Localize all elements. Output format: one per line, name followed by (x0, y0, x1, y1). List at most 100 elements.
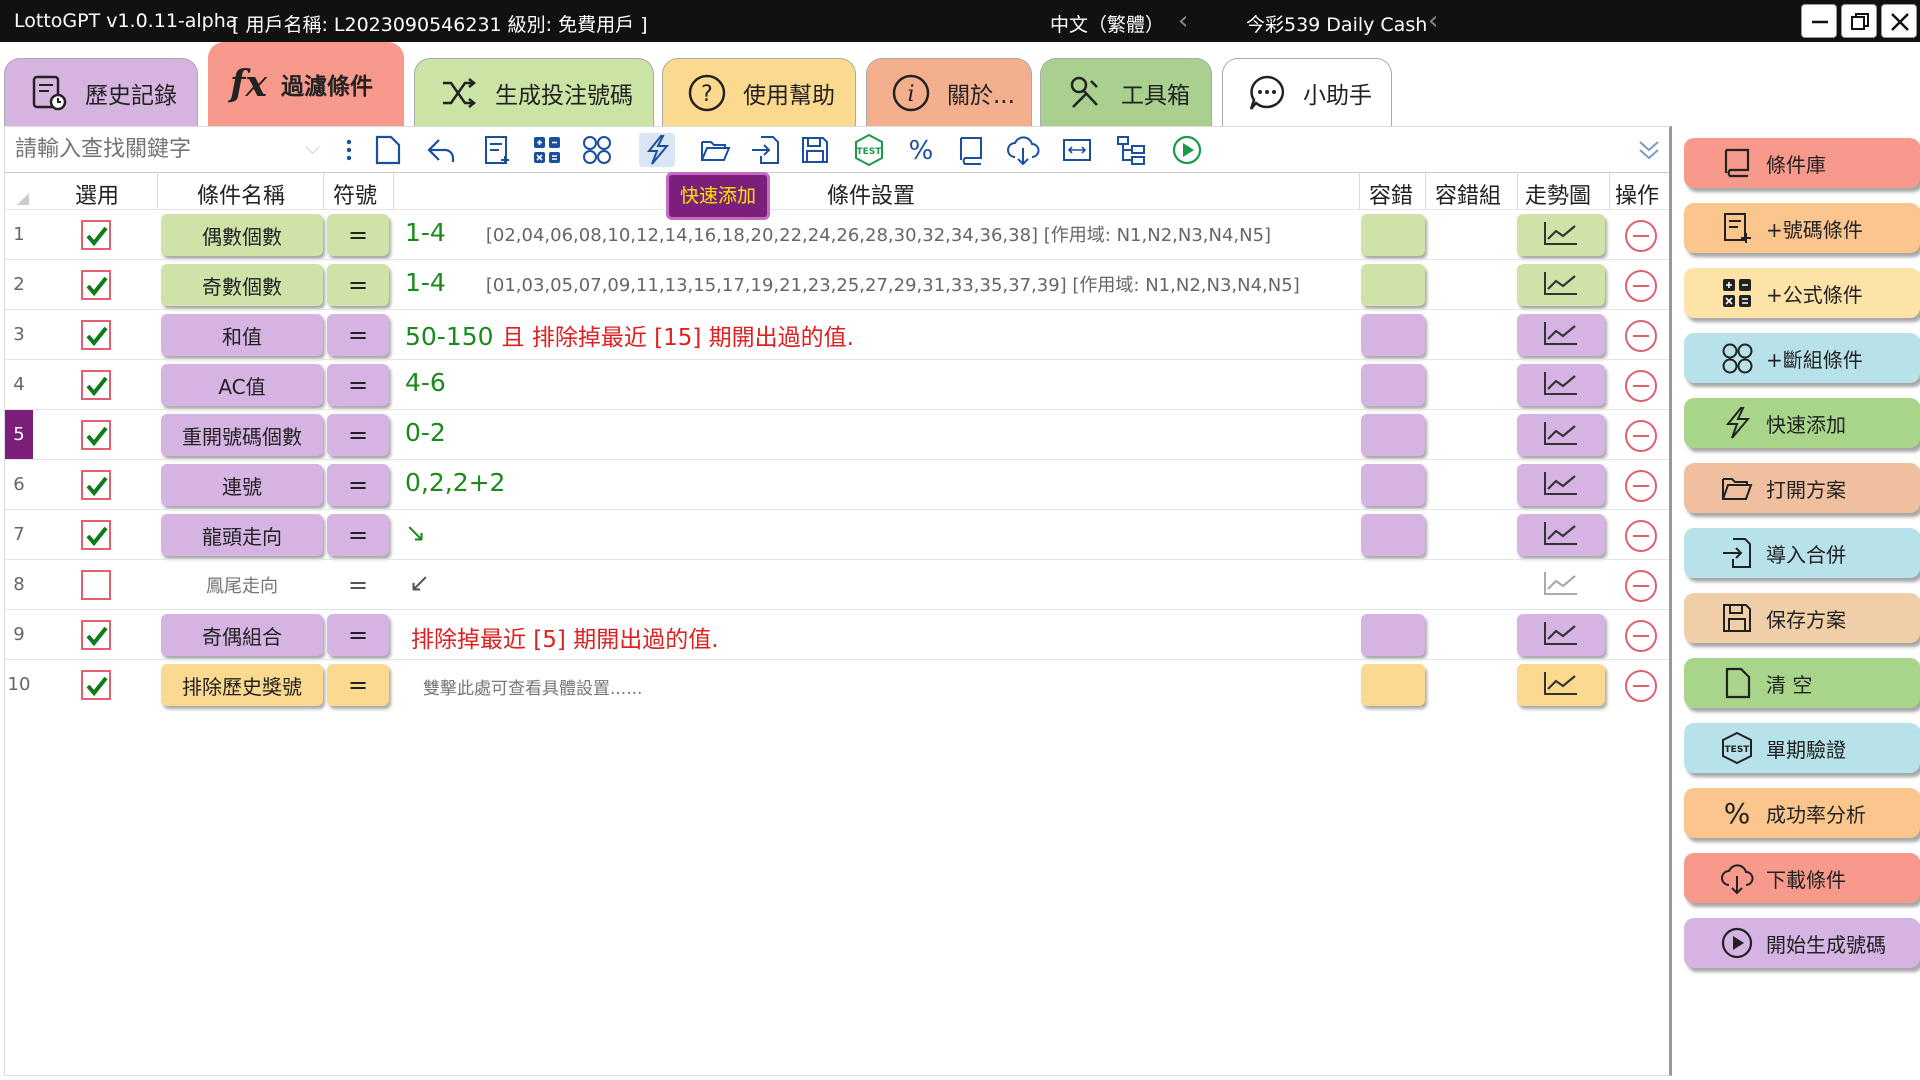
search-input[interactable] (9, 131, 327, 167)
table-row[interactable]: 6 連號 = 0,2,2+2 (5, 459, 1669, 509)
row-number[interactable]: 6 (5, 460, 33, 510)
condition-value[interactable]: 1-4 [01,03,05,07,09,11,13,15,17,19,21,23,… (405, 268, 1300, 297)
sidebar-button[interactable]: +號碼條件 (1684, 203, 1920, 253)
number-condition-icon[interactable] (479, 133, 515, 167)
import-icon[interactable] (747, 133, 783, 167)
row-number[interactable]: 1 (5, 210, 33, 260)
row-number[interactable]: 4 (5, 360, 33, 410)
condition-name[interactable]: 奇數個數 (161, 264, 323, 306)
tab-filter-conditions[interactable]: fx 過濾條件 (208, 42, 404, 126)
sidebar-button[interactable]: +斷組條件 (1684, 333, 1920, 383)
row-number[interactable]: 8 (5, 560, 33, 610)
condition-name[interactable]: 和值 (161, 314, 323, 356)
remove-row-button[interactable] (1625, 370, 1657, 402)
save-icon[interactable] (797, 133, 833, 167)
row-checkbox[interactable] (81, 220, 111, 250)
trend-chart-button[interactable] (1517, 314, 1605, 356)
row-checkbox[interactable] (81, 370, 111, 400)
tolerance-cell[interactable] (1361, 314, 1425, 356)
game-prev-icon[interactable]: ‹ (1428, 6, 1438, 36)
tolerance-cell[interactable] (1361, 614, 1425, 656)
operator[interactable]: = (327, 514, 389, 556)
remove-row-button[interactable] (1625, 520, 1657, 552)
trend-chart-button[interactable] (1517, 464, 1605, 506)
operator[interactable]: = (327, 314, 389, 356)
operator[interactable]: = (327, 464, 389, 506)
condition-name[interactable]: AC值 (161, 364, 323, 406)
remove-row-button[interactable] (1625, 420, 1657, 452)
sidebar-button[interactable]: 導入合併 (1684, 528, 1920, 578)
table-row[interactable]: 1 偶數個數 = 1-4 [02,04,06,08,10,12,14,16,18,… (5, 209, 1669, 259)
condition-name[interactable]: 排除歷史獎號 (161, 664, 323, 706)
condition-value[interactable]: ↘ (405, 518, 426, 547)
table-row[interactable]: 7 龍頭走向 = ↘ (5, 509, 1669, 559)
row-checkbox[interactable] (81, 670, 111, 700)
sidebar-button[interactable]: 清 空 (1684, 658, 1920, 708)
tab-about[interactable]: i 關於... (866, 58, 1032, 126)
tolerance-cell[interactable] (1361, 464, 1425, 506)
tab-help[interactable]: ? 使用幫助 (662, 58, 856, 126)
minimize-button[interactable] (1801, 4, 1837, 38)
tab-assistant[interactable]: 小助手 (1222, 58, 1392, 126)
restore-button[interactable] (1841, 4, 1877, 38)
condition-name[interactable]: 奇偶組合 (161, 614, 323, 656)
select-all-corner-icon[interactable] (17, 193, 29, 205)
condition-name[interactable]: 偶數個數 (161, 214, 323, 256)
language-selector[interactable]: 中文（繁體） (1050, 10, 1164, 37)
row-number[interactable]: 7 (5, 510, 33, 560)
sidebar-button[interactable]: TEST 單期驗證 (1684, 723, 1920, 773)
lightning-icon[interactable] (639, 133, 675, 167)
row-number[interactable]: 2 (5, 260, 33, 310)
remove-row-button[interactable] (1625, 320, 1657, 352)
trend-chart-button[interactable] (1517, 664, 1605, 706)
table-row[interactable]: 4 AC值 = 4-6 (5, 359, 1669, 409)
remove-row-button[interactable] (1625, 620, 1657, 652)
operator[interactable]: = (327, 614, 389, 656)
condition-name[interactable]: 連號 (161, 464, 323, 506)
operator[interactable]: = (327, 564, 389, 606)
expand-width-icon[interactable] (1059, 133, 1095, 167)
remove-row-button[interactable] (1625, 270, 1657, 302)
trend-chart-button[interactable] (1517, 564, 1605, 606)
more-options-icon[interactable] (331, 133, 367, 167)
sidebar-button[interactable]: 保存方案 (1684, 593, 1920, 643)
tab-toolbox[interactable]: 工具箱 (1040, 58, 1212, 126)
formula-icon[interactable] (529, 133, 565, 167)
sidebar-button[interactable]: 下載條件 (1684, 853, 1920, 903)
operator[interactable]: = (327, 264, 389, 306)
operator[interactable]: = (327, 214, 389, 256)
chevron-down-icon[interactable]: ⌵ (305, 135, 320, 159)
sidebar-button[interactable]: 打開方案 (1684, 463, 1920, 513)
tolerance-cell[interactable] (1361, 514, 1425, 556)
tolerance-cell[interactable] (1361, 364, 1425, 406)
trend-chart-button[interactable] (1517, 264, 1605, 306)
row-checkbox[interactable] (81, 270, 111, 300)
table-row[interactable]: 3 和值 = 50-150 且 排除掉最近 [15] 期開出過的值. (5, 309, 1669, 359)
new-page-icon[interactable] (369, 133, 405, 167)
condition-name[interactable]: 龍頭走向 (161, 514, 323, 556)
condition-value[interactable]: 0,2,2+2 (405, 468, 505, 497)
group-icon[interactable] (579, 133, 615, 167)
table-row[interactable]: 5 重開號碼個數 = 0-2 (5, 409, 1669, 460)
condition-name[interactable]: 鳳尾走向 (161, 564, 323, 606)
operator[interactable]: = (327, 414, 389, 456)
row-checkbox[interactable] (81, 570, 111, 600)
tolerance-cell[interactable] (1361, 264, 1425, 306)
cloud-download-icon[interactable] (1005, 133, 1041, 167)
condition-value[interactable]: 0-2 (405, 418, 446, 447)
condition-value[interactable]: 50-150 且 排除掉最近 [15] 期開出過的值. (405, 318, 854, 352)
tab-generate-numbers[interactable]: 生成投注號碼 (414, 58, 654, 126)
sidebar-button[interactable]: +公式條件 (1684, 268, 1920, 318)
play-icon[interactable] (1169, 133, 1205, 167)
table-row[interactable]: 9 奇偶組合 = 排除掉最近 [5] 期開出過的值. (5, 609, 1669, 659)
row-checkbox[interactable] (81, 470, 111, 500)
operator[interactable]: = (327, 664, 389, 706)
row-number[interactable]: 5 (5, 410, 33, 460)
undo-icon[interactable] (423, 133, 459, 167)
condition-value[interactable]: ↙ (409, 568, 430, 597)
remove-row-button[interactable] (1625, 220, 1657, 252)
condition-name[interactable]: 重開號碼個數 (161, 414, 323, 456)
row-number[interactable]: 10 (5, 660, 33, 710)
row-checkbox[interactable] (81, 520, 111, 550)
close-button[interactable] (1881, 4, 1917, 38)
